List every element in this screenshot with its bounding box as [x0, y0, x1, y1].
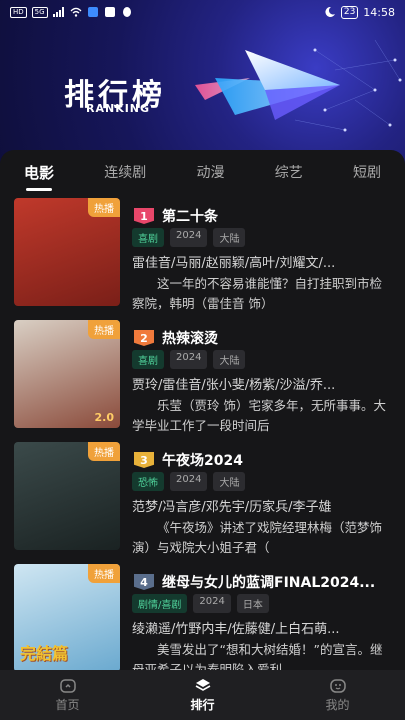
rank-number: 4: [134, 574, 154, 590]
cast-line: 雷佳音/马丽/赵丽颖/高叶/刘耀文/...: [132, 256, 336, 271]
bottom-nav: 首页 排行 我的: [0, 670, 405, 720]
nav-home-label: 首页: [55, 697, 80, 712]
genre-tag: 恐怖: [132, 472, 164, 491]
page-subtitle: RANKING: [86, 102, 151, 115]
description: 乐莹（贾玲 饰）宅家多年，无所事事。大学毕业工作了一段时间后: [132, 398, 386, 433]
status-time: 14:58: [363, 5, 395, 19]
poster-image[interactable]: 热播 完結篇: [14, 564, 120, 670]
cast-line: 绫濑遥/竹野内丰/佐藤健/上白石萌...: [132, 622, 340, 637]
description: 这一年的不容易谁能懂？自打挂职到市检察院，韩明（雷佳音 饰）: [132, 276, 383, 311]
rank-number: 1: [134, 208, 154, 224]
item-title[interactable]: 继母与女儿的蓝调FINAL2024...: [162, 572, 375, 592]
nav-ranking[interactable]: 排行: [158, 678, 248, 713]
tab-variety[interactable]: 综艺: [275, 162, 303, 182]
region-tag: 大陆: [213, 228, 246, 247]
year-tag: 2024: [170, 472, 208, 491]
tab-anime[interactable]: 动漫: [196, 162, 224, 182]
tag-group: 恐怖 2024 大陆: [132, 472, 246, 491]
tab-short-drama[interactable]: 短剧: [353, 162, 381, 182]
genre-tag: 喜剧: [132, 350, 164, 369]
moon-icon: [325, 7, 335, 17]
hot-badge: 热播: [88, 198, 120, 217]
ranking-header: HD 5G 23 14:58 排行榜 RANKING: [0, 0, 405, 170]
status-left: HD 5G: [10, 6, 133, 18]
item-title[interactable]: 热辣滚烫: [162, 328, 218, 348]
category-tabs: 电影 连续剧 动漫 综艺 短剧: [0, 150, 405, 194]
paper-plane-illustration: [195, 39, 402, 132]
nav-profile[interactable]: 我的: [293, 678, 383, 713]
ranking-list: 热播 1 第二十条 喜剧 2024 大陆 雷佳音/马丽/赵丽颖/高叶/刘耀文/.…: [0, 198, 405, 670]
genre-tag: 剧情/喜剧: [132, 594, 188, 613]
year-tag: 2024: [170, 350, 208, 369]
hot-badge: 热播: [88, 564, 120, 583]
tab-series[interactable]: 连续剧: [104, 162, 146, 182]
ranking-icon: [195, 678, 210, 691]
cast-line: 贾玲/雷佳音/张小斐/杨紫/沙溢/乔...: [132, 378, 336, 393]
poster-image[interactable]: 热播: [14, 442, 120, 550]
qq-icon: [122, 7, 131, 17]
tab-movies[interactable]: 电影: [24, 162, 54, 191]
hd-indicator: HD: [10, 6, 27, 18]
poster-image[interactable]: 热播 2.0: [14, 320, 120, 428]
tag-group: 剧情/喜剧 2024 日本: [132, 594, 269, 613]
tag-group: 喜剧 2024 大陆: [132, 228, 246, 247]
genre-tag: 喜剧: [132, 228, 164, 247]
item-title[interactable]: 午夜场2024: [162, 450, 243, 470]
profile-icon: [329, 678, 346, 693]
cast-line: 范梦/冯言彦/邓先宇/历家兵/李子雄: [132, 500, 332, 515]
rank-row: 3 午夜场2024: [134, 450, 243, 470]
tag-group: 喜剧 2024 大陆: [132, 350, 246, 369]
description: 美雪发出了“想和大树结婚！”的宣言。继母亚希子以为泰明陷入爱利: [132, 642, 383, 670]
item-title[interactable]: 第二十条: [162, 206, 218, 226]
poster-score: 2.0: [94, 411, 115, 424]
region-tag: 日本: [236, 594, 269, 613]
list-item[interactable]: 热播 1 第二十条 喜剧 2024 大陆 雷佳音/马丽/赵丽颖/高叶/刘耀文/.…: [0, 198, 405, 320]
app-notification-icon: [87, 7, 98, 17]
rank-row: 1 第二十条: [134, 206, 218, 226]
year-tag: 2024: [193, 594, 231, 613]
description: 《午夜场》讲述了戏院经理林梅（范梦饰演）与戏院大小姐子君（: [132, 520, 383, 555]
rank-row: 4 继母与女儿的蓝调FINAL2024...: [134, 572, 375, 592]
poster-image[interactable]: 热播: [14, 198, 120, 306]
status-bar: HD 5G 23 14:58: [0, 0, 405, 24]
region-tag: 大陆: [213, 472, 246, 491]
message-icon: [104, 7, 115, 17]
battery-level: 23: [340, 5, 359, 19]
hot-badge: 热播: [88, 442, 120, 461]
ranking-panel: 电影 连续剧 动漫 综艺 短剧 热播 1 第二十条 喜剧 2024 大陆 雷佳音…: [0, 150, 405, 670]
region-tag: 大陆: [213, 350, 246, 369]
signal-icon: [52, 7, 64, 17]
poster-caption: 完結篇: [20, 644, 69, 663]
list-item[interactable]: 热播 2.0 2 热辣滚烫 喜剧 2024 大陆 贾玲/雷佳音/张小斐/杨紫/沙…: [0, 320, 405, 442]
rank-number: 3: [134, 452, 154, 468]
year-tag: 2024: [170, 228, 208, 247]
list-item[interactable]: 热播 3 午夜场2024 恐怖 2024 大陆 范梦/冯言彦/邓先宇/历家兵/李…: [0, 442, 405, 564]
list-item[interactable]: 热播 完結篇 4 继母与女儿的蓝调FINAL2024... 剧情/喜剧 2024…: [0, 564, 405, 670]
nav-ranking-label: 排行: [190, 697, 215, 712]
status-right: 23 14:58: [324, 5, 395, 19]
wifi-icon: [70, 7, 82, 17]
nav-profile-label: 我的: [325, 697, 350, 712]
home-icon: [59, 678, 76, 693]
hot-badge: 热播: [88, 320, 120, 339]
rank-number: 2: [134, 330, 154, 346]
network-indicator: 5G: [31, 6, 48, 18]
nav-home[interactable]: 首页: [23, 678, 113, 713]
rank-row: 2 热辣滚烫: [134, 328, 218, 348]
